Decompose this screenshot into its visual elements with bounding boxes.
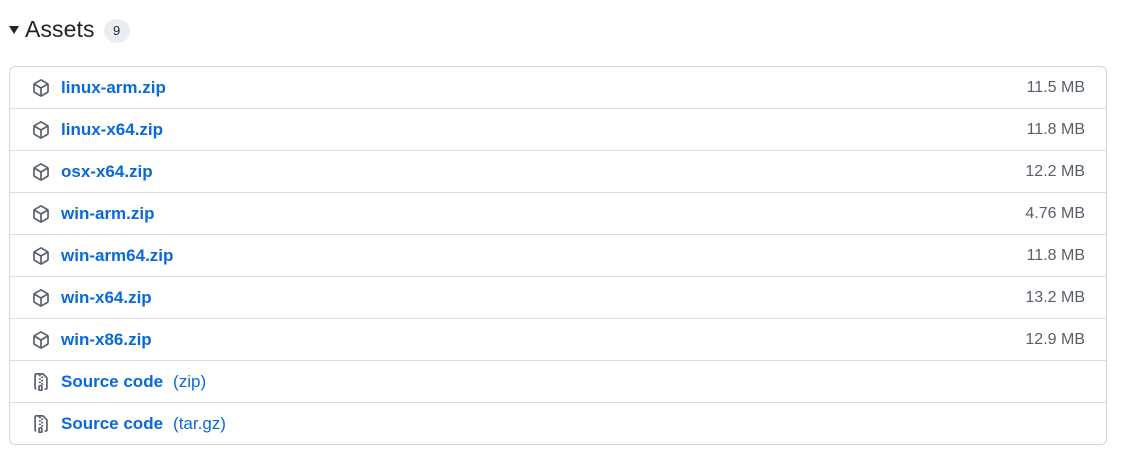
asset-link-win-x64[interactable]: win-x64.zip: [61, 288, 152, 308]
asset-row: linux-x64.zip 11.8 MB: [10, 108, 1106, 150]
source-code-format: (tar.gz): [173, 413, 226, 433]
asset-row: win-arm.zip 4.76 MB: [10, 192, 1106, 234]
asset-size: 11.8 MB: [1026, 120, 1085, 138]
asset-list: linux-arm.zip 11.5 MB linux-x64.zip 11.8…: [9, 66, 1107, 445]
asset-size: 11.8 MB: [1026, 246, 1085, 264]
file-zip-icon: [31, 372, 51, 392]
asset-link-linux-arm[interactable]: linux-arm.zip: [61, 78, 166, 98]
asset-size: 13.2 MB: [1025, 288, 1085, 306]
source-code-format: (zip): [173, 371, 207, 391]
asset-link-win-x86[interactable]: win-x86.zip: [61, 330, 152, 350]
assets-title: Assets: [25, 15, 95, 42]
asset-row: osx-x64.zip 12.2 MB: [10, 150, 1106, 192]
asset-size: 11.5 MB: [1026, 78, 1085, 96]
asset-row: linux-arm.zip 11.5 MB: [10, 67, 1106, 108]
package-icon: [31, 162, 51, 182]
asset-size: 12.2 MB: [1025, 162, 1085, 180]
source-code-zip-link[interactable]: Source code: [61, 372, 163, 392]
file-zip-icon: [31, 414, 51, 434]
asset-size: 4.76 MB: [1025, 204, 1085, 222]
asset-link-linux-x64[interactable]: linux-x64.zip: [61, 120, 163, 140]
package-icon: [31, 120, 51, 140]
triangle-down-icon[interactable]: [9, 26, 19, 34]
asset-row: Source code (zip): [10, 360, 1106, 402]
asset-link-win-arm[interactable]: win-arm.zip: [61, 204, 155, 224]
asset-link-win-arm64[interactable]: win-arm64.zip: [61, 246, 173, 266]
asset-row: win-arm64.zip 11.8 MB: [10, 234, 1106, 276]
assets-toggle[interactable]: Assets 9: [9, 14, 130, 44]
package-icon: [31, 204, 51, 224]
source-code-tar-gz-link[interactable]: Source code: [61, 414, 163, 434]
package-icon: [31, 78, 51, 98]
package-icon: [31, 246, 51, 266]
asset-row: win-x86.zip 12.9 MB: [10, 318, 1106, 360]
asset-row: Source code (tar.gz): [10, 402, 1106, 444]
asset-link-osx-x64[interactable]: osx-x64.zip: [61, 162, 153, 182]
asset-size: 12.9 MB: [1025, 330, 1085, 348]
assets-count-badge: 9: [103, 18, 130, 43]
package-icon: [31, 330, 51, 350]
asset-row: win-x64.zip 13.2 MB: [10, 276, 1106, 318]
package-icon: [31, 288, 51, 308]
